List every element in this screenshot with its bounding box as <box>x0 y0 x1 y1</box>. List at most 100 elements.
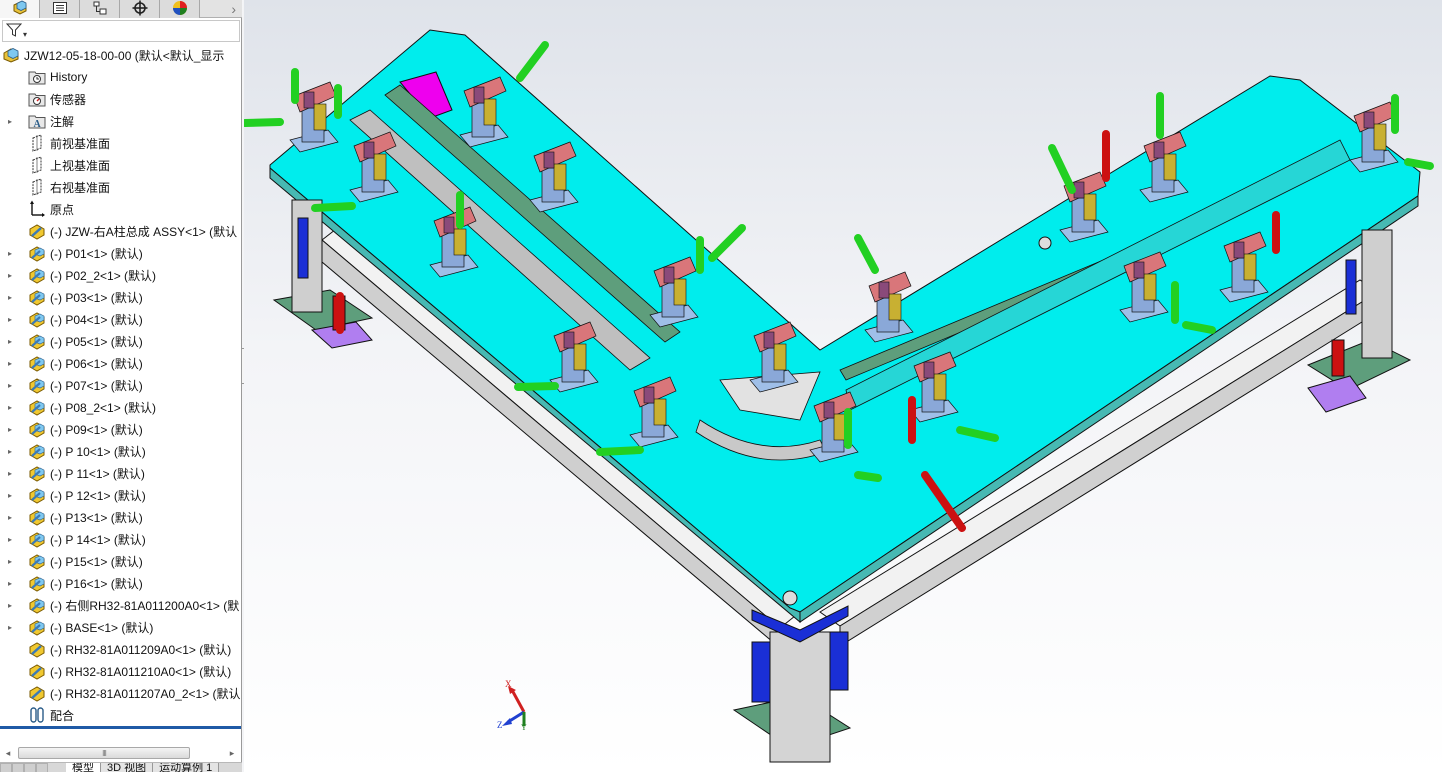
expand-arrow-icon[interactable]: ▸ <box>6 528 14 550</box>
tree-item[interactable]: ▸ (-) P 14<1> (默认) <box>6 528 146 550</box>
tree-item[interactable]: (-) RH32-81A011209A0<1> (默认) <box>6 638 231 660</box>
tree-item[interactable]: 配合 <box>6 704 74 726</box>
expand-arrow-icon[interactable]: ▸ <box>6 352 14 374</box>
tree-item[interactable]: ▸ (-) 右侧RH32-81A011200A0<1> (默 <box>6 594 239 616</box>
tree-item[interactable]: ▸ (-) P16<1> (默认) <box>6 572 143 594</box>
horizontal-scrollbar[interactable]: ◂ III ▸ <box>2 745 238 761</box>
tree-item[interactable]: ▸ (-) P15<1> (默认) <box>6 550 143 572</box>
clamp-handle <box>311 202 356 212</box>
tab-motion-study[interactable]: 运动算例 1 <box>153 763 220 772</box>
expand-arrow-icon[interactable]: ▸ <box>6 110 14 132</box>
tree-item-label: JZW12-05-18-00-00 (默认<默认_显示 <box>24 48 225 63</box>
next-tab-button[interactable] <box>24 763 36 772</box>
subassembly-icon <box>28 376 46 394</box>
first-tab-button[interactable] <box>0 763 12 772</box>
tree-item[interactable]: History <box>6 66 87 88</box>
tab-configuration-manager[interactable] <box>80 0 120 18</box>
bottom-tab-bar: 模型 3D 视图 运动算例 1 <box>0 762 260 772</box>
tree-item[interactable]: (-) JZW-右A柱总成 ASSY<1> (默认 <box>6 220 237 242</box>
expand-arrow-icon[interactable]: ▸ <box>6 242 14 264</box>
tree-item-label: (-) P 11<1> (默认) <box>50 466 145 481</box>
tree-item[interactable]: 前视基准面 <box>6 132 110 154</box>
tree-item[interactable]: ▸ (-) P01<1> (默认) <box>6 242 143 264</box>
tab-dimxpert-manager[interactable] <box>120 0 160 18</box>
tree-item[interactable]: ▸ (-) P13<1> (默认) <box>6 506 143 528</box>
expand-arrow-icon[interactable]: ▸ <box>6 396 14 418</box>
expand-arrow-icon[interactable]: ▸ <box>6 506 14 528</box>
last-tab-button[interactable] <box>36 763 48 772</box>
clamp-handle <box>854 234 879 274</box>
scroll-track[interactable]: III <box>14 746 226 760</box>
clamp-handle <box>1404 158 1434 170</box>
tab-3d-view[interactable]: 3D 视图 <box>101 763 154 772</box>
tree-item-label: (-) P07<1> (默认) <box>50 378 143 393</box>
tree-item-label: (-) P08_2<1> (默认) <box>50 400 157 415</box>
tab-property-manager[interactable] <box>40 0 80 18</box>
tree-item[interactable]: ▸ A 注解 <box>6 110 74 132</box>
tree-item[interactable]: ▸ (-) P04<1> (默认) <box>6 308 143 330</box>
tab-feature-manager[interactable] <box>0 0 40 18</box>
clamp-handle <box>516 41 549 82</box>
plane-icon <box>28 156 46 174</box>
feature-manager-panel: › ▾ JZW12-05-18-00-00 (默认<默认_显示 History 传感… <box>0 0 260 772</box>
tree-filter[interactable]: ▾ <box>2 20 240 42</box>
prev-tab-button[interactable] <box>12 763 24 772</box>
tree-item[interactable]: (-) RH32-81A011207A0_2<1> (默认 <box>6 682 241 704</box>
tree-item-label: 右视基准面 <box>50 180 111 195</box>
expand-arrow-icon[interactable]: ▸ <box>6 594 14 616</box>
tree-item[interactable]: ▸ (-) P05<1> (默认) <box>6 330 143 352</box>
tree-item[interactable]: (-) RH32-81A011210A0<1> (默认) <box>6 660 231 682</box>
scroll-right-icon[interactable]: ▸ <box>226 748 238 759</box>
tree-item[interactable]: ▸ (-) P 11<1> (默认) <box>6 462 145 484</box>
expand-arrow-icon[interactable]: ▸ <box>6 440 14 462</box>
assembly-icon <box>2 46 20 64</box>
tree-item[interactable]: ▸ (-) P03<1> (默认) <box>6 286 143 308</box>
tab-model[interactable]: 模型 <box>66 763 101 772</box>
tree-item-label: (-) P15<1> (默认) <box>50 554 143 569</box>
expand-arrow-icon[interactable]: ▸ <box>6 550 14 572</box>
plane-icon <box>28 134 46 152</box>
tree-item[interactable]: ▸ (-) P09<1> (默认) <box>6 418 143 440</box>
tab-display-manager[interactable] <box>160 0 200 18</box>
tree-item[interactable]: ▸ (-) P06<1> (默认) <box>6 352 143 374</box>
expand-arrow-icon[interactable]: ▸ <box>6 308 14 330</box>
tree-item[interactable]: ▸ (-) BASE<1> (默认) <box>6 616 153 638</box>
expand-arrow-icon[interactable]: ▸ <box>6 616 14 638</box>
scroll-thumb[interactable]: III <box>18 747 190 759</box>
tree-item[interactable]: ▸ (-) P 12<1> (默认) <box>6 484 146 506</box>
scroll-left-icon[interactable]: ◂ <box>2 748 14 759</box>
expand-arrow-icon[interactable]: ▸ <box>6 484 14 506</box>
expand-arrow-icon[interactable]: ▸ <box>6 462 14 484</box>
tree-item[interactable]: 右视基准面 <box>6 176 110 198</box>
panel-tab-bar: › <box>0 0 242 18</box>
tree-item[interactable]: 原点 <box>6 198 74 220</box>
expand-arrow-icon[interactable]: ▸ <box>6 286 14 308</box>
tree-item[interactable]: 上视基准面 <box>6 154 110 176</box>
subassembly-icon <box>28 288 46 306</box>
tree-item-label: 注解 <box>50 114 75 129</box>
tree-item[interactable]: ▸ (-) P08_2<1> (默认) <box>6 396 156 418</box>
clamp-handle <box>244 118 284 127</box>
tree-item-label: (-) P13<1> (默认) <box>50 510 143 525</box>
fixture-model[interactable] <box>244 0 1442 772</box>
tree-item[interactable]: ▸ (-) P02_2<1> (默认) <box>6 264 156 286</box>
tree-item[interactable]: ▸ (-) P07<1> (默认) <box>6 374 143 396</box>
graphics-viewport[interactable]: X Z Y <box>244 0 1442 772</box>
clamp-handle <box>854 471 882 482</box>
tree-item[interactable]: ▸ (-) P 10<1> (默认) <box>6 440 146 462</box>
expand-arrow-icon[interactable]: ▸ <box>6 330 14 352</box>
expand-arrow-icon[interactable]: ▸ <box>6 572 14 594</box>
expand-arrow-icon[interactable]: ▸ <box>6 418 14 440</box>
subassembly-icon <box>28 244 46 262</box>
tree-root[interactable]: JZW12-05-18-00-00 (默认<默认_显示 <box>2 44 224 66</box>
part-icon <box>28 662 46 680</box>
subassembly-icon <box>28 596 46 614</box>
expand-arrow-icon[interactable]: ▸ <box>6 374 14 396</box>
tree-item[interactable]: 传感器 <box>6 88 86 110</box>
tree-item-label: (-) JZW-右A柱总成 ASSY<1> (默认 <box>50 224 238 239</box>
part-icon <box>28 222 46 240</box>
more-tabs-button[interactable]: › <box>200 0 242 17</box>
expand-arrow-icon[interactable]: ▸ <box>6 264 14 286</box>
